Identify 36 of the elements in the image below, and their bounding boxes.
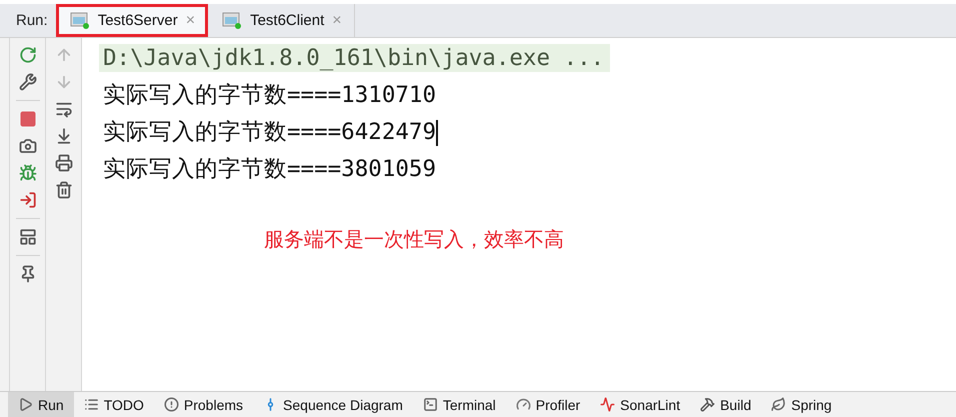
run-tab[interactable]: Test6Server × (56, 4, 208, 37)
leaf-icon (771, 397, 786, 412)
wrap-icon[interactable] (54, 100, 72, 118)
wrench-icon[interactable] (18, 73, 36, 91)
print-icon[interactable] (54, 154, 72, 172)
terminal-icon (422, 397, 438, 412)
gauge-icon (516, 397, 531, 412)
hammer-icon (700, 397, 716, 412)
bug-icon[interactable] (18, 164, 36, 182)
annotation-text: 服务端不是一次性写入，效率不高 (264, 228, 564, 253)
layout-icon[interactable] (18, 228, 36, 246)
tool-window-button[interactable]: Run (8, 392, 74, 417)
trash-icon[interactable] (54, 181, 72, 199)
output-line: 实际写入的字节数====1310710 (102, 81, 438, 109)
rerun-icon[interactable] (18, 46, 36, 64)
camera-icon[interactable] (18, 137, 36, 155)
output-line: 实际写入的字节数====6422479 (102, 118, 440, 146)
window-icon (70, 12, 90, 30)
tool-window-button[interactable]: Problems (154, 392, 254, 417)
tool-window-button[interactable]: Terminal (412, 392, 506, 417)
output-line: 实际写入的字节数====3801059 (102, 155, 438, 183)
tool-window-button[interactable]: Sequence Diagram (253, 392, 413, 417)
tool-window-button[interactable]: Spring (761, 392, 842, 417)
exit-icon[interactable] (18, 191, 36, 209)
list-icon (84, 397, 99, 412)
tool-window-button[interactable]: TODO (74, 392, 154, 417)
play-icon (18, 397, 33, 412)
tool-window-button[interactable]: SonarLint (590, 392, 690, 417)
pulse-icon (600, 397, 616, 412)
run-label: Run: (15, 11, 49, 31)
run-tab[interactable]: Test6Client × (208, 4, 355, 37)
window-icon (222, 12, 242, 30)
tool-window-button[interactable]: Profiler (506, 392, 590, 417)
tool-window-button[interactable]: Build (690, 392, 762, 417)
stop-icon[interactable] (18, 110, 36, 128)
alert-icon (164, 397, 179, 412)
